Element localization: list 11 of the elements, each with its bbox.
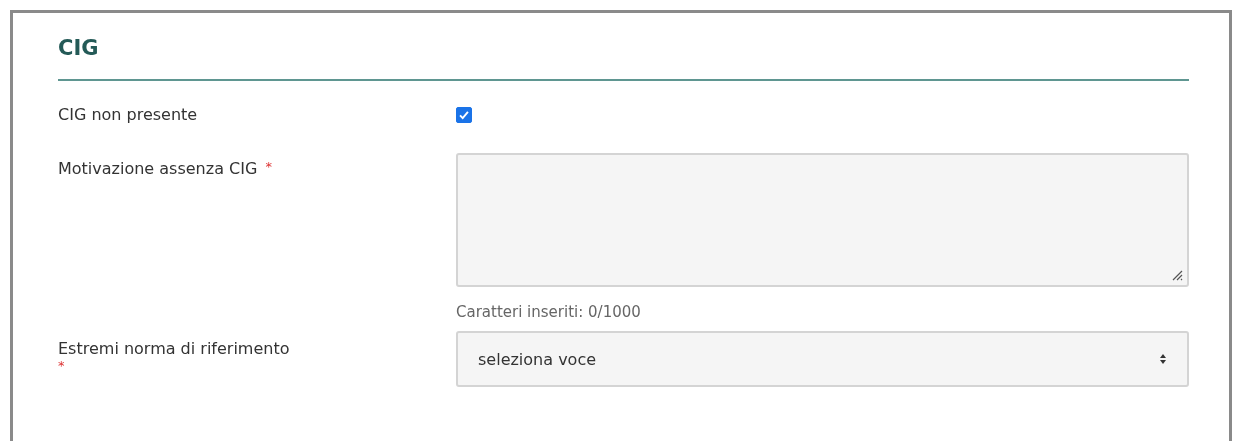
select-field[interactable]: seleziona voce — [456, 331, 1189, 387]
character-counter: Caratteri inseriti: 0/1000 — [456, 303, 642, 321]
field-label: Motivazione assenza CIG — [58, 159, 258, 178]
field-label: Estremi norma di riferimento — [58, 339, 291, 358]
section-title: CIG — [58, 35, 100, 62]
required-mark: * — [265, 159, 272, 174]
field-label: CIG non presente — [58, 105, 198, 124]
checkbox[interactable] — [456, 107, 472, 123]
sort-arrows-icon — [1159, 353, 1167, 365]
required-mark: * — [58, 358, 66, 374]
resize-grip-icon[interactable] — [1171, 269, 1183, 281]
